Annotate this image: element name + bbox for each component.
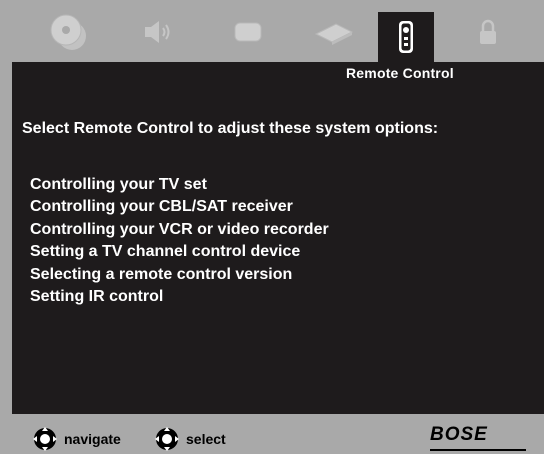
instruction-text: Select Remote Control to adjust these sy… [22,120,439,137]
select-label: select [186,431,226,447]
disc-icon [50,14,86,50]
speaker-icon [145,21,170,43]
dpad-icon [33,427,57,451]
wand-icon [314,23,354,45]
tab-lock[interactable] [466,10,510,54]
section-title: Remote Control [346,65,454,81]
logo-underline [430,449,526,451]
tab-audio[interactable] [134,10,178,54]
menu-item[interactable]: Setting IR control [30,286,329,308]
remote-icon [399,21,413,53]
options-menu: Controlling your TV set Controlling your… [30,174,329,308]
lock-icon [480,19,496,44]
bose-logo: BOSE [430,424,488,445]
tab-disc[interactable] [46,10,90,54]
menu-item[interactable]: Selecting a remote control version [30,264,329,286]
select-button-icon [155,427,179,451]
display-icon [234,22,262,42]
tab-bar [0,0,544,62]
content-panel: Remote Control Select Remote Control to … [12,62,544,414]
tab-remote-control[interactable] [378,12,434,62]
select-hint: select [150,426,226,452]
menu-item[interactable]: Setting a TV channel control device [30,241,329,263]
menu-item[interactable]: Controlling your VCR or video recorder [30,219,329,241]
footer-bar: navigate select BOSE [0,414,544,454]
navigate-hint: navigate [28,426,121,452]
tab-setup[interactable] [312,10,356,54]
navigate-label: navigate [64,431,121,447]
tab-video[interactable] [226,10,270,54]
menu-item[interactable]: Controlling your CBL/SAT receiver [30,196,329,218]
menu-item[interactable]: Controlling your TV set [30,174,329,196]
